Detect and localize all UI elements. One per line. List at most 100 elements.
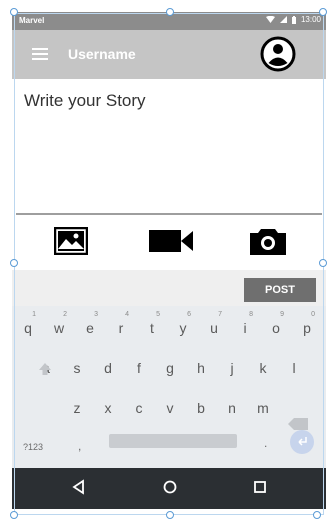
key-m[interactable]: m [249,390,277,420]
resize-handle-top-left[interactable] [10,8,18,16]
key-label: m [257,400,269,416]
media-toolbar [12,215,326,270]
key-label: v [166,400,174,416]
resize-handle-bottom-right[interactable] [313,511,321,519]
resize-handle-right[interactable] [319,259,327,267]
key-label: o [272,320,280,336]
key-b[interactable]: b [187,390,215,420]
key-s[interactable]: s [63,350,91,380]
recents-icon[interactable] [252,479,268,495]
key-label: b [197,400,205,416]
key-label: w [53,320,65,336]
enter-arrow-icon [298,437,307,446]
comma-key[interactable]: , [78,439,81,453]
app-bar: Username [12,30,326,79]
wifi-icon [265,16,275,23]
home-icon[interactable] [162,479,178,495]
key-label: h [197,360,205,376]
key-hint: 0 [311,311,315,318]
key-y[interactable]: 6y [169,310,197,340]
resize-handle-bottom-left[interactable] [10,511,18,519]
battery-icon [291,15,296,24]
space-bar[interactable] [109,434,237,448]
key-label: q [24,320,32,336]
key-label: t [150,320,154,336]
enter-key[interactable] [290,430,314,454]
backspace-icon[interactable] [288,418,308,430]
symbols-key[interactable]: ?123 [23,442,43,452]
signal-icon [279,16,287,23]
key-hint: 2 [63,311,67,318]
period-key[interactable]: . [264,436,267,450]
key-hint: 5 [156,311,160,318]
key-g[interactable]: g [156,350,184,380]
status-indicators: 13:00 [265,15,321,24]
key-j[interactable]: j [218,350,246,380]
key-label: l [292,360,296,376]
key-n[interactable]: n [218,390,246,420]
status-time: 13:00 [300,15,321,24]
key-hint: 8 [249,311,253,318]
key-hint: 4 [125,311,129,318]
key-u[interactable]: 7u [200,310,228,340]
key-d[interactable]: d [94,350,122,380]
key-label: g [166,360,174,376]
username-title: Username [68,46,136,62]
image-icon[interactable] [54,227,88,255]
key-label: z [73,400,81,416]
key-c[interactable]: c [125,390,153,420]
key-r[interactable]: 4r [107,310,135,340]
key-t[interactable]: 5t [138,310,166,340]
key-label: n [228,400,236,416]
key-k[interactable]: k [249,350,277,380]
key-label: i [243,320,247,336]
nav-bar [12,468,326,509]
resize-handle-left[interactable] [10,259,18,267]
key-z[interactable]: z [63,390,91,420]
key-label: j [230,360,234,376]
phone-screen: Marvel 13:00 Username Write your Story P… [12,12,326,509]
camera-icon[interactable] [250,227,286,255]
key-o[interactable]: 9o [262,310,290,340]
keyboard: 1q 2w 3e 4r 5t 6y 7u 8i 9o 0p a s d f g … [12,306,326,468]
key-label: d [104,360,112,376]
key-label: u [210,320,218,336]
resize-handle-top[interactable] [166,8,174,16]
key-h[interactable]: h [187,350,215,380]
post-bar: POST [12,270,326,306]
key-label: s [73,360,81,376]
story-placeholder: Write your Story [24,91,146,110]
key-w[interactable]: 2w [45,310,73,340]
key-l[interactable]: l [280,350,308,380]
story-input[interactable]: Write your Story [12,79,326,213]
key-label: x [104,400,112,416]
key-label: r [118,320,124,336]
key-hint: 1 [32,311,36,318]
key-q[interactable]: 1q [14,310,42,340]
video-camera-icon[interactable] [149,227,193,255]
key-f[interactable]: f [125,350,153,380]
resize-handle-top-right[interactable] [319,8,327,16]
key-label: p [303,320,311,336]
back-icon[interactable] [71,479,87,495]
key-hint: 7 [218,311,222,318]
key-e[interactable]: 3e [76,310,104,340]
key-label: c [135,400,143,416]
carrier-label: Marvel [19,16,45,25]
key-i[interactable]: 8i [231,310,259,340]
key-label: k [259,360,267,376]
resize-handle-bottom[interactable] [166,511,174,519]
shift-icon[interactable] [38,362,52,376]
key-label: e [86,320,94,336]
hamburger-menu-icon[interactable] [32,48,48,60]
key-hint: 3 [94,311,98,318]
key-v[interactable]: v [156,390,184,420]
key-x[interactable]: x [94,390,122,420]
post-button[interactable]: POST [244,278,316,302]
key-hint: 6 [187,311,191,318]
key-label: f [137,360,141,376]
key-hint: 9 [280,311,284,318]
user-avatar-icon[interactable] [260,36,296,72]
key-label: y [179,320,187,336]
key-p[interactable]: 0p [293,310,321,340]
